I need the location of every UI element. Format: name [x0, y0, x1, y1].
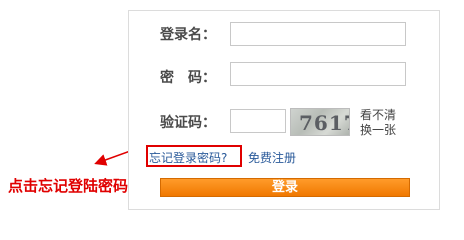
register-link[interactable]: 免费注册 [248, 149, 296, 166]
username-label: 登录名： [160, 27, 216, 43]
username-input[interactable] [230, 22, 406, 46]
captcha-image[interactable]: 7617 [290, 108, 350, 136]
captcha-image-text: 7617 [299, 111, 349, 135]
captcha-input[interactable] [230, 109, 286, 133]
forgot-password-link[interactable]: 忘记登录密码? [149, 149, 227, 166]
password-input[interactable] [230, 62, 406, 86]
login-button[interactable]: 登录 [160, 178, 410, 197]
refresh-line-1: 看不清 [360, 108, 397, 122]
login-panel: 登录名： 密 码： 验证码： 7617 看不清 换一张 忘记登录密码? 免费注册… [128, 10, 440, 210]
refresh-line-2: 换一张 [360, 123, 397, 137]
refresh-captcha-link[interactable]: 看不清 换一张 [360, 108, 396, 138]
captcha-label: 验证码： [160, 115, 216, 131]
annotation-text: 点击忘记登陆密码 [8, 177, 129, 195]
password-label: 密 码： [160, 70, 216, 86]
